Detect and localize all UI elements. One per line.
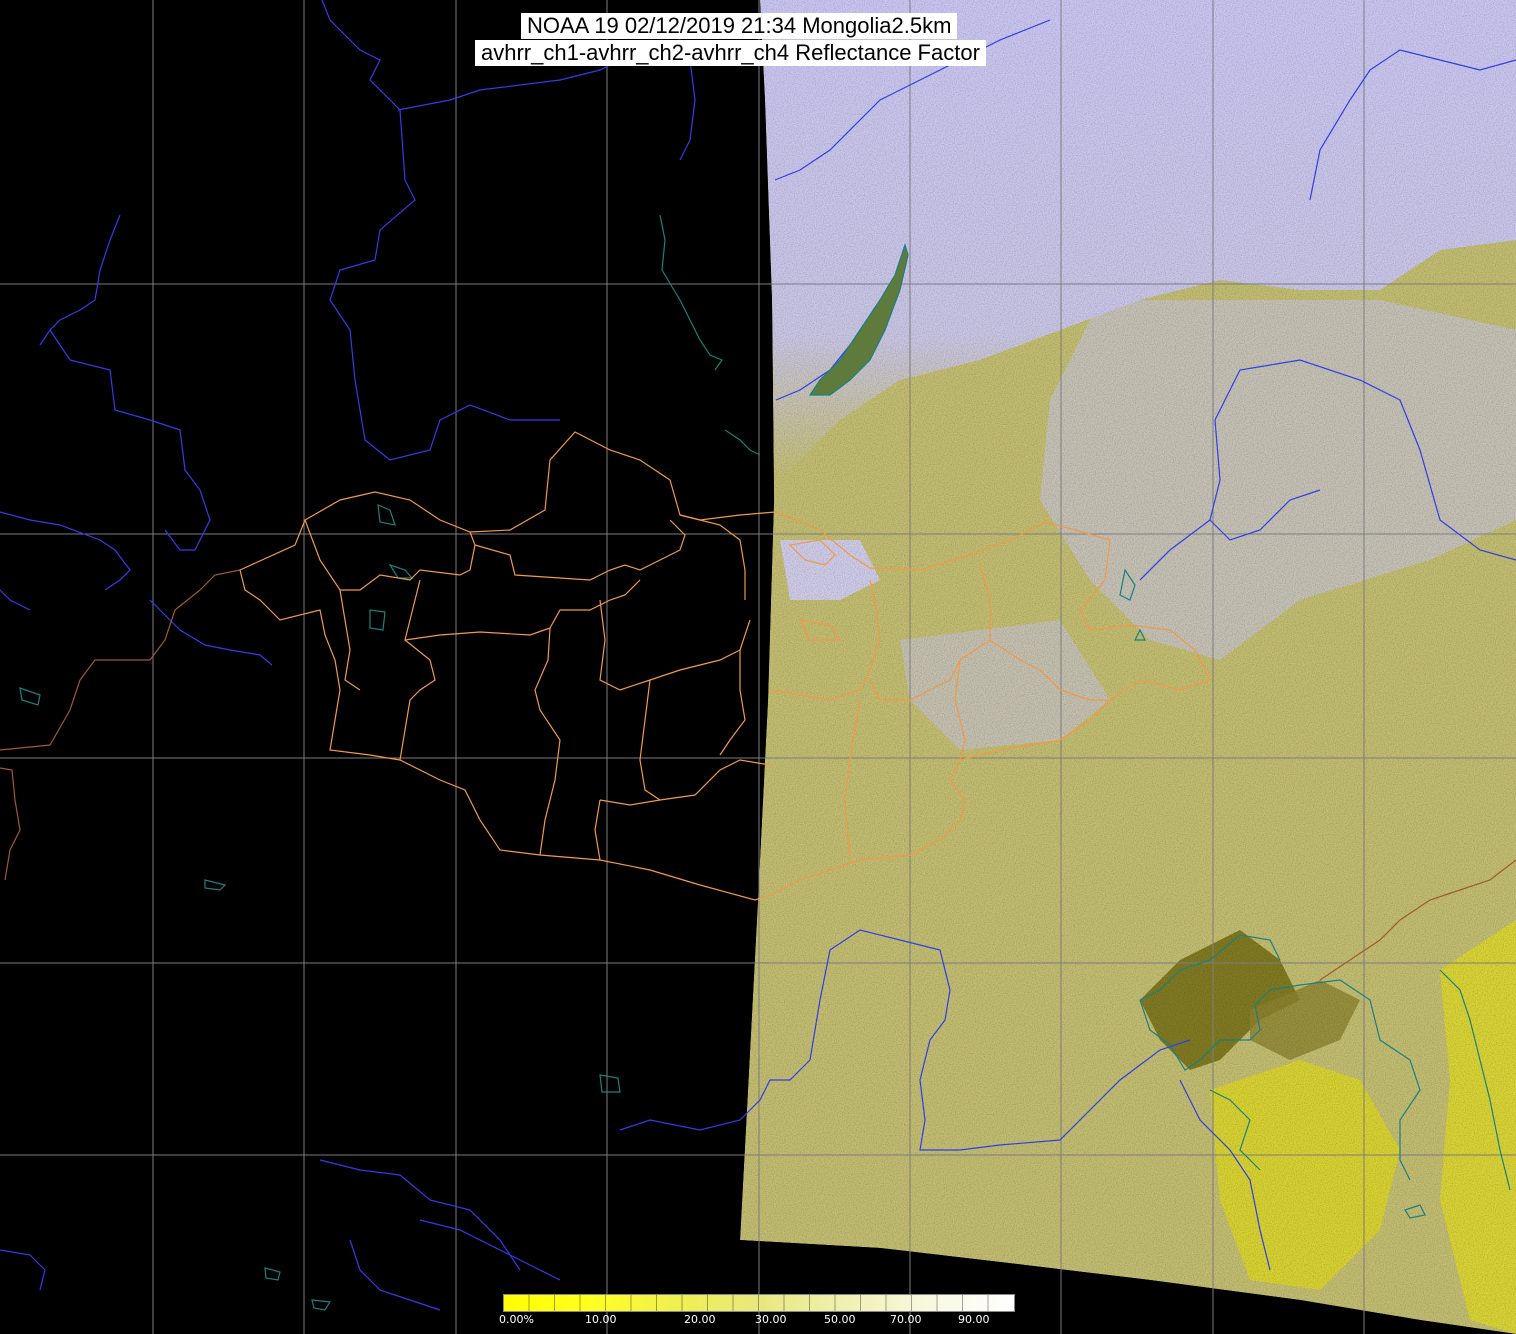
tick-label-0: 0.00% bbox=[499, 1313, 534, 1326]
title-line-2: avhrr_ch1-avhrr_ch2-avhrr_ch4 Reflectanc… bbox=[475, 40, 986, 66]
tick-label-20: 20.00 bbox=[684, 1313, 716, 1326]
tick-label-30: 30.00 bbox=[755, 1313, 787, 1326]
title-line-1: NOAA 19 02/12/2019 21:34 Mongolia2.5km bbox=[521, 13, 958, 39]
tick-label-10: 10.00 bbox=[585, 1313, 617, 1326]
colorbar bbox=[503, 1294, 1015, 1312]
satellite-map bbox=[0, 0, 1516, 1334]
tick-label-90: 90.00 bbox=[958, 1313, 990, 1326]
tick-label-50: 50.00 bbox=[824, 1313, 856, 1326]
tick-label-70: 70.00 bbox=[890, 1313, 922, 1326]
imagery-swath bbox=[0, 0, 1516, 1334]
